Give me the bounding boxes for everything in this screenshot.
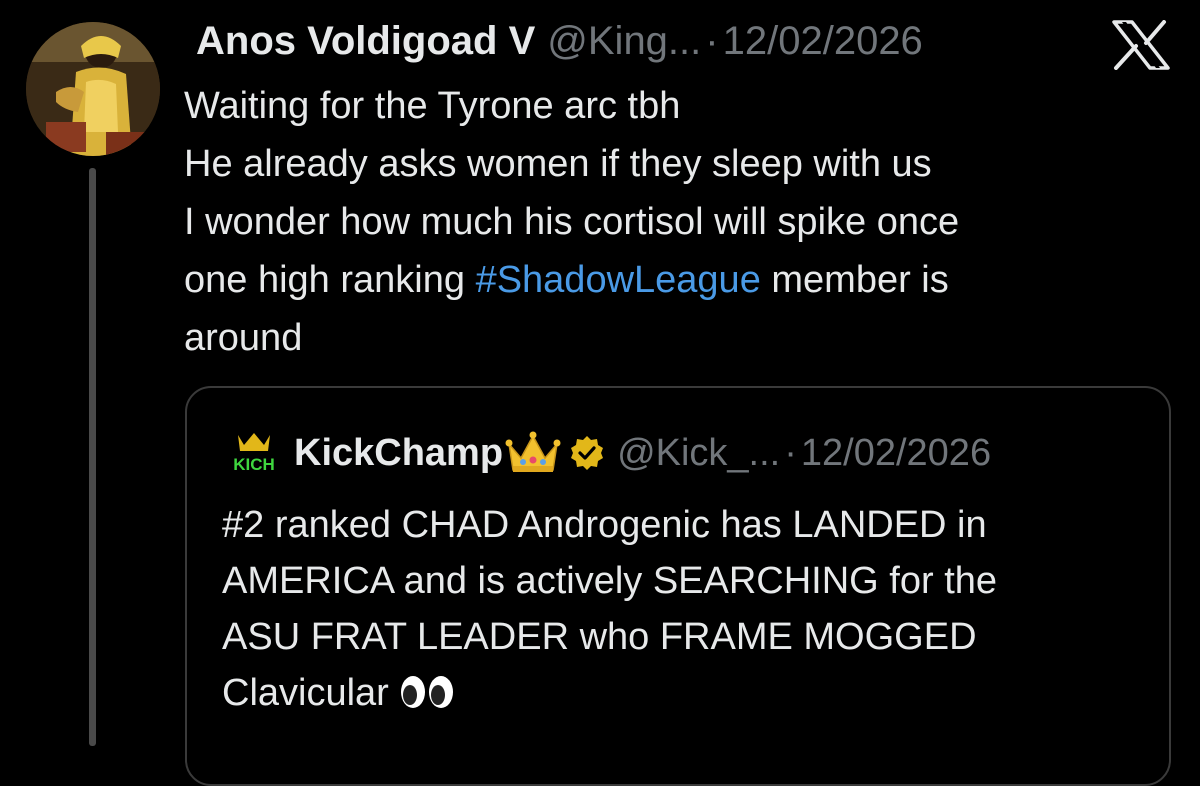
avatar-image bbox=[26, 22, 160, 156]
author-handle[interactable]: @King... bbox=[547, 17, 701, 65]
header-separator: · bbox=[705, 19, 719, 63]
quoted-tweet-text-segment: Clavicular bbox=[222, 672, 389, 714]
tweet-line: I wonder how much his cortisol will spik… bbox=[184, 201, 960, 243]
quoted-tweet-date[interactable]: 12/02/2026 bbox=[801, 432, 991, 475]
tweet-body: Waiting for the Tyrone arc tbh He alread… bbox=[184, 77, 1144, 367]
verified-badge-icon[interactable] bbox=[569, 435, 605, 471]
tweet-line: around bbox=[184, 317, 303, 359]
author-avatar[interactable] bbox=[26, 22, 160, 156]
tweet-text-segment: member is bbox=[760, 259, 949, 301]
tweet-date[interactable]: 12/02/2026 bbox=[723, 17, 923, 65]
tweet-line: one high ranking #ShadowLeague member is bbox=[184, 251, 1144, 309]
tweet-line: Waiting for the Tyrone arc tbh bbox=[184, 85, 681, 127]
quoted-avatar-text: KICH bbox=[233, 455, 275, 474]
quoted-tweet-header: KICH KickChamp @Kick_... · 12/02/2026 bbox=[228, 428, 991, 478]
quoted-tweet-line: Clavicular bbox=[222, 665, 1142, 721]
quoted-tweet-line: #2 ranked CHAD Androgenic has LANDED in bbox=[222, 504, 987, 546]
tweet-header: Anos Voldigoad V @King... · 12/02/2026 bbox=[196, 17, 923, 65]
author-display-name[interactable]: Anos Voldigoad V bbox=[196, 17, 535, 65]
crown-emoji-icon bbox=[505, 431, 561, 472]
quoted-author-display-name[interactable]: KickChamp bbox=[294, 432, 503, 475]
quoted-tweet-body: #2 ranked CHAD Androgenic has LANDED in … bbox=[222, 497, 1142, 721]
hashtag-link[interactable]: #ShadowLeague bbox=[476, 259, 761, 301]
tweet-line: He already asks women if they sleep with… bbox=[184, 143, 932, 185]
quoted-tweet-line: AMERICA and is actively SEARCHING for th… bbox=[222, 560, 998, 602]
tweet-text-segment: one high ranking bbox=[184, 259, 476, 301]
eyes-emoji-icon bbox=[400, 676, 453, 708]
quoted-tweet-line: ASU FRAT LEADER who FRAME MOGGED bbox=[222, 616, 977, 658]
x-logo-icon[interactable] bbox=[1112, 20, 1170, 70]
thread-connector-line bbox=[89, 168, 96, 746]
quoted-author-avatar[interactable]: KICH bbox=[228, 431, 280, 475]
quoted-header-separator: · bbox=[784, 431, 797, 474]
quoted-author-handle[interactable]: @Kick_... bbox=[617, 432, 780, 475]
